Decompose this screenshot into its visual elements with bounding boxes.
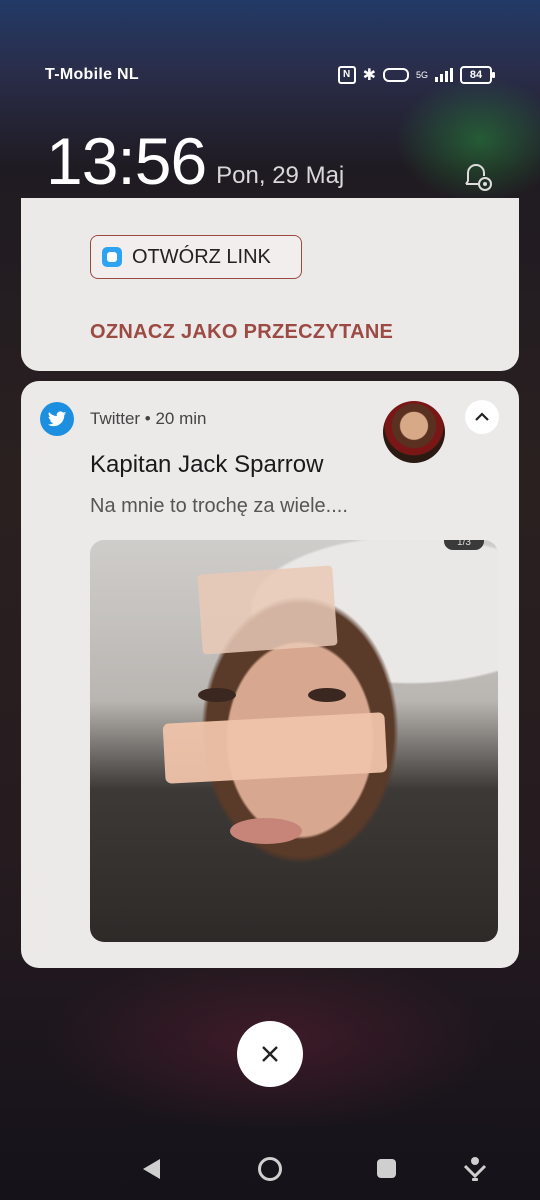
collapse-button[interactable]: [465, 400, 499, 434]
open-link-button[interactable]: OTWÓRZ LINK: [90, 235, 302, 279]
network-type: 5G: [415, 69, 428, 80]
photo-detail: [230, 818, 302, 844]
notification-previous[interactable]: OTWÓRZ LINK OZNACZ JAKO PRZECZYTANE: [21, 198, 519, 371]
notification-title: Kapitan Jack Sparrow: [90, 451, 324, 478]
avatar: [383, 401, 445, 463]
twitter-icon: [40, 402, 74, 436]
close-icon: [262, 1046, 278, 1062]
clock-row: 13:56 Pon, 29 Maj: [46, 128, 494, 194]
clear-notifications-button[interactable]: [237, 1021, 303, 1087]
bluetooth-icon: ✱: [362, 67, 376, 84]
carrier-name: T-Mobile NL: [45, 66, 139, 83]
assistant-icon[interactable]: [463, 1156, 487, 1182]
photo-detail: [197, 565, 338, 655]
chevron-up-icon: [475, 412, 489, 421]
status-bar: T-Mobile NL N ✱ 5G 84: [45, 62, 495, 88]
back-icon[interactable]: [143, 1159, 160, 1179]
photo-detail: [198, 688, 236, 702]
notification-meta: Twitter • 20 min: [90, 409, 207, 428]
signal-icon: [435, 68, 453, 82]
mark-as-read-button[interactable]: OZNACZ JAKO PRZECZYTANE: [90, 321, 393, 344]
open-link-label: OTWÓRZ LINK: [132, 245, 271, 268]
vibrate-icon: [382, 68, 409, 82]
notification-image[interactable]: 1/3: [90, 540, 498, 942]
notification-body: Na mnie to trochę za wiele....: [90, 495, 348, 517]
recents-icon[interactable]: [377, 1159, 396, 1178]
image-counter-badge: 1/3: [444, 540, 484, 550]
notification-twitter[interactable]: Twitter • 20 min Kapitan Jack Sparrow Na…: [21, 381, 519, 968]
bell-gear-icon[interactable]: [462, 162, 494, 192]
date: Pon, 29 Maj: [216, 162, 345, 189]
link-icon: [102, 247, 122, 267]
navigation-bar: [0, 1152, 540, 1186]
clock: 13:56: [46, 124, 207, 198]
photo-detail: [308, 688, 346, 702]
home-icon[interactable]: [258, 1157, 282, 1181]
nfc-icon: N: [337, 66, 356, 84]
photo-detail: [162, 712, 388, 784]
battery-icon: 84: [460, 66, 495, 84]
status-icons: N ✱ 5G 84: [337, 65, 495, 85]
